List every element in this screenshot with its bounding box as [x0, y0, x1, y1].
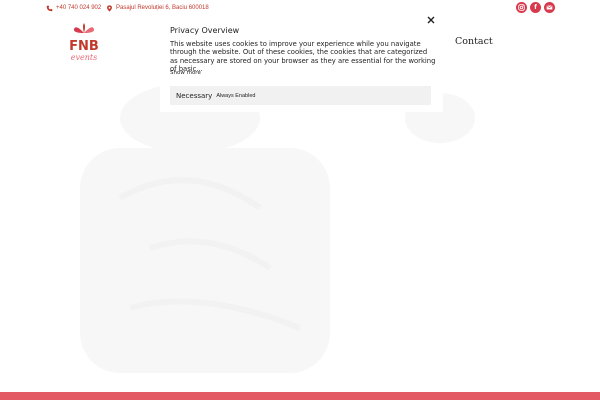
mail-icon [546, 5, 553, 10]
facebook-icon: f [534, 4, 537, 11]
modal-description: This website uses cookies to improve you… [170, 40, 436, 73]
logo-text: FNB [69, 39, 99, 54]
show-more-link[interactable]: Show more [170, 70, 201, 76]
instagram-icon [518, 4, 525, 11]
site-logo[interactable]: FNB events [62, 20, 106, 64]
phone-number: +40 740 024 902 [56, 5, 102, 11]
address-text: Pasajul Revoluției 6, Baciu 600018 [116, 5, 209, 11]
logo-script-text: events [71, 53, 97, 62]
modal-title: Privacy Overview [170, 26, 240, 35]
phone-contact[interactable]: +40 740 024 902 [46, 3, 101, 13]
location-pin-icon [107, 4, 112, 12]
close-icon[interactable] [426, 15, 436, 25]
instagram-button[interactable] [516, 2, 527, 13]
necessary-cookies-category[interactable]: Necessary Always Enabled [170, 86, 431, 105]
footer-band [0, 392, 600, 400]
mail-button[interactable] [544, 2, 555, 13]
always-enabled-status: Always Enabled [216, 92, 256, 99]
hero-background-image [80, 83, 475, 373]
phone-icon [46, 5, 53, 11]
social-links: f [516, 2, 555, 13]
privacy-overview-modal: Privacy Overview This website uses cooki… [160, 12, 443, 112]
facebook-button[interactable]: f [530, 2, 541, 13]
nav-link-contact[interactable]: Contact [455, 36, 493, 47]
necessary-label: Necessary [176, 91, 213, 100]
